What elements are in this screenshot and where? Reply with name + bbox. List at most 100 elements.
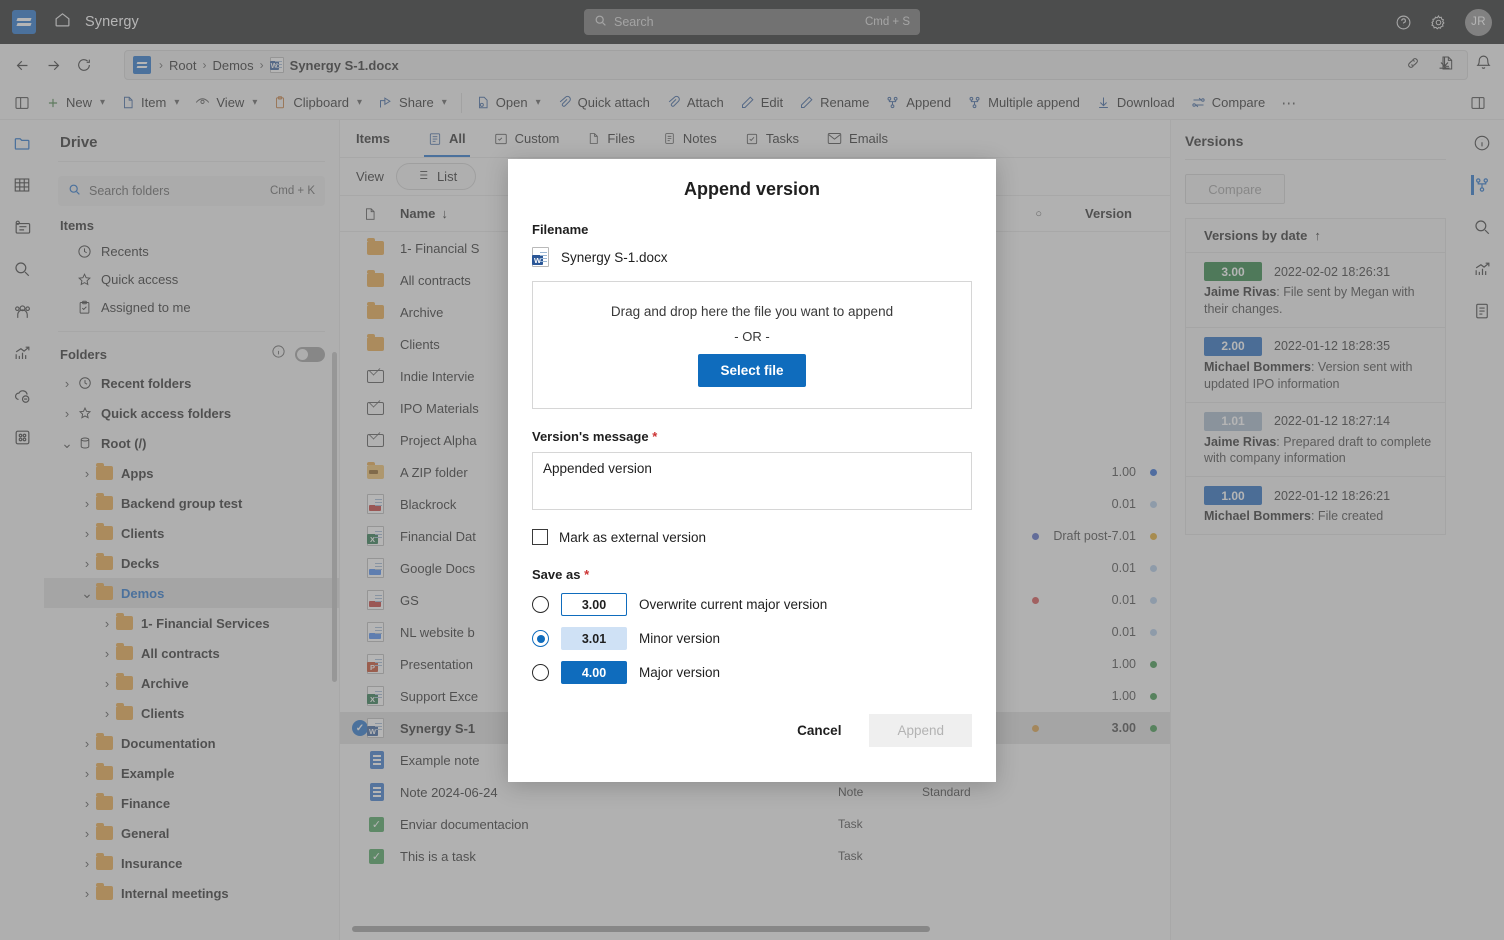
tab-all[interactable]: All bbox=[416, 120, 478, 157]
sidebar-item-assigned-to-me[interactable]: Assigned to me bbox=[44, 293, 339, 321]
rrail-versions-branch-icon[interactable] bbox=[1471, 174, 1493, 196]
breadcrumb-item-root[interactable]: Root bbox=[169, 58, 196, 73]
row-selected-check-icon[interactable]: ✓ bbox=[352, 720, 368, 736]
row-name[interactable]: This is a task bbox=[400, 849, 838, 864]
ribbon-attach-button[interactable]: Attach bbox=[658, 89, 732, 117]
cancel-button[interactable]: Cancel bbox=[783, 715, 855, 746]
chevron-right-icon[interactable]: › bbox=[78, 886, 96, 901]
view-mode-list-button[interactable]: List bbox=[395, 163, 477, 190]
save-as-option-overwrite[interactable]: 3.00 Overwrite current major version bbox=[532, 593, 972, 616]
chevron-right-icon[interactable]: › bbox=[78, 826, 96, 841]
chevron-right-icon[interactable]: › bbox=[78, 766, 96, 781]
breadcrumb-item-demos[interactable]: Demos bbox=[212, 58, 253, 73]
ribbon-clipboard-button[interactable]: Clipboard ▾ bbox=[265, 89, 370, 117]
sidebar-item-recents[interactable]: Recents bbox=[44, 237, 339, 265]
file-dropzone[interactable]: Drag and drop here the file you want to … bbox=[532, 281, 972, 409]
tree-row[interactable]: › Clients bbox=[44, 518, 339, 548]
tree-row[interactable]: › Backend group test bbox=[44, 488, 339, 518]
chevron-right-icon[interactable]: › bbox=[78, 556, 96, 571]
rrail-document-icon[interactable] bbox=[1471, 300, 1493, 322]
tree-row[interactable]: › Documentation bbox=[44, 728, 339, 758]
version-item[interactable]: 1.01 2022-01-12 18:27:14 Jaime Rivas: Prep… bbox=[1186, 403, 1445, 478]
ribbon-more-button[interactable]: ⋯ bbox=[1273, 89, 1304, 117]
refresh-icon[interactable] bbox=[76, 57, 92, 73]
chevron-right-icon[interactable]: › bbox=[58, 376, 76, 391]
sidebar-item-quick-access[interactable]: Quick access bbox=[44, 265, 339, 293]
rail-cloud-icon[interactable] bbox=[11, 384, 33, 406]
tree-row[interactable]: › Decks bbox=[44, 548, 339, 578]
chevron-down-icon[interactable]: ⌄ bbox=[58, 435, 76, 452]
ribbon-rename-button[interactable]: Rename bbox=[791, 89, 877, 117]
ribbon-share-button[interactable]: Share ▾ bbox=[370, 89, 455, 117]
chevron-right-icon[interactable]: › bbox=[58, 406, 76, 421]
tree-row[interactable]: › Example bbox=[44, 758, 339, 788]
chevron-right-icon[interactable]: › bbox=[78, 736, 96, 751]
info-icon[interactable] bbox=[271, 344, 286, 364]
breadcrumb[interactable]: › Root › Demos › W Synergy S-1.docx bbox=[124, 50, 1468, 80]
tab-files[interactable]: Files bbox=[575, 120, 646, 157]
forward-arrow-icon[interactable] bbox=[45, 57, 62, 74]
tree-row[interactable]: ⌄ Root (/) bbox=[44, 428, 339, 458]
chevron-right-icon[interactable]: › bbox=[78, 796, 96, 811]
versions-list-header[interactable]: Versions by date ↑ bbox=[1186, 219, 1445, 253]
chevron-right-icon[interactable]: › bbox=[98, 616, 116, 631]
tree-row[interactable]: › Clients bbox=[44, 698, 339, 728]
ribbon-append-button[interactable]: Append bbox=[877, 89, 959, 117]
rrail-info-icon[interactable] bbox=[1471, 132, 1493, 154]
bell-icon[interactable] bbox=[1475, 54, 1492, 76]
compare-button[interactable]: Compare bbox=[1185, 174, 1285, 204]
link-icon[interactable] bbox=[1405, 55, 1421, 76]
global-search-input[interactable]: Search Cmd + S bbox=[584, 9, 920, 35]
row-name[interactable]: Note 2024-06-24 bbox=[400, 785, 838, 800]
chevron-right-icon[interactable]: › bbox=[78, 496, 96, 511]
rail-analytics-icon[interactable] bbox=[11, 342, 33, 364]
chevron-right-icon[interactable]: › bbox=[78, 526, 96, 541]
save-as-option-major[interactable]: 4.00 Major version bbox=[532, 661, 972, 684]
back-arrow-icon[interactable] bbox=[14, 57, 31, 74]
radio-minor[interactable] bbox=[532, 630, 549, 647]
tree-row[interactable]: › Recent folders bbox=[44, 368, 339, 398]
tree-row[interactable]: › Quick access folders bbox=[44, 398, 339, 428]
ribbon-item-button[interactable]: Item ▾ bbox=[113, 89, 187, 117]
ribbon-multiple-append-button[interactable]: Multiple append bbox=[959, 89, 1088, 117]
tree-row[interactable]: › Internal meetings bbox=[44, 878, 339, 908]
ribbon-view-button[interactable]: View ▾ bbox=[187, 89, 265, 117]
ribbon-open-button[interactable]: Open ▾ bbox=[468, 89, 549, 117]
version-item[interactable]: 3.00 2022-02-02 18:26:31 Jaime Rivas: File… bbox=[1186, 253, 1445, 328]
radio-overwrite[interactable] bbox=[532, 596, 549, 613]
horizontal-scrollbar[interactable] bbox=[352, 926, 930, 932]
rail-folder-icon[interactable] bbox=[11, 132, 33, 154]
ribbon-compare-button[interactable]: Compare bbox=[1183, 89, 1273, 117]
tree-row[interactable]: › All contracts bbox=[44, 638, 339, 668]
version-item[interactable]: 1.00 2022-01-12 18:26:21 Michael Bommers: … bbox=[1186, 477, 1445, 534]
gear-icon[interactable] bbox=[1430, 14, 1447, 31]
home-icon[interactable] bbox=[54, 11, 71, 33]
chevron-down-icon[interactable]: ⌄ bbox=[78, 585, 96, 602]
table-row[interactable]: ✓ Enviar documentacion Task bbox=[340, 808, 1170, 840]
rrail-analytics-icon[interactable] bbox=[1471, 258, 1493, 280]
chevron-right-icon[interactable]: › bbox=[98, 676, 116, 691]
save-as-option-minor[interactable]: 3.01 Minor version bbox=[532, 627, 972, 650]
tree-row[interactable]: › Apps bbox=[44, 458, 339, 488]
tab-items[interactable]: Items bbox=[356, 120, 412, 157]
tab-custom[interactable]: Custom bbox=[482, 120, 572, 157]
external-version-checkbox-row[interactable]: Mark as external version bbox=[532, 529, 972, 545]
ribbon-download-button[interactable]: Download bbox=[1088, 89, 1183, 117]
ribbon-edit-button[interactable]: Edit bbox=[732, 89, 791, 117]
sidebar-scrollbar[interactable] bbox=[332, 352, 337, 682]
search-folders-input[interactable]: Search folders Cmd + K bbox=[58, 176, 325, 206]
download-icon[interactable] bbox=[1436, 54, 1453, 76]
rail-team-icon[interactable] bbox=[11, 300, 33, 322]
rail-card-icon[interactable] bbox=[11, 216, 33, 238]
panel-right-icon[interactable] bbox=[1462, 89, 1494, 117]
rail-apps-icon[interactable] bbox=[11, 426, 33, 448]
row-name[interactable]: Enviar documentacion bbox=[400, 817, 838, 832]
tree-row[interactable]: › 1- Financial Services bbox=[44, 608, 339, 638]
chevron-right-icon[interactable]: › bbox=[78, 856, 96, 871]
help-icon[interactable] bbox=[1395, 14, 1412, 31]
tab-emails[interactable]: Emails bbox=[815, 120, 900, 157]
tree-row[interactable]: › Insurance bbox=[44, 848, 339, 878]
folders-toggle[interactable] bbox=[295, 346, 325, 362]
external-version-checkbox[interactable] bbox=[532, 529, 548, 545]
tab-tasks[interactable]: Tasks bbox=[733, 120, 811, 157]
